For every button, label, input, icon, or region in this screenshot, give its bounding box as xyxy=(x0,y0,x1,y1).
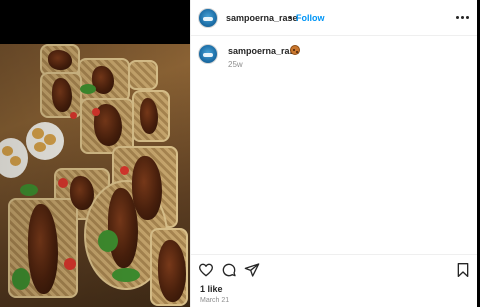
post-age[interactable]: 25w xyxy=(228,60,243,69)
header-username[interactable]: sampoerna_rase xyxy=(226,13,298,23)
more-horizontal-icon[interactable] xyxy=(455,11,469,23)
cookie-icon xyxy=(290,45,300,55)
separator-dot: • xyxy=(289,13,293,23)
share-icon[interactable] xyxy=(244,262,260,278)
follow-button[interactable]: Follow xyxy=(296,13,325,23)
post-photo[interactable] xyxy=(0,0,190,307)
like-count[interactable]: 1 like xyxy=(200,284,223,294)
comment-icon[interactable] xyxy=(221,262,237,278)
avatar[interactable] xyxy=(198,8,218,28)
photo-shade xyxy=(0,0,190,307)
post-date: March 21 xyxy=(200,297,230,304)
post-detail-panel: sampoerna_rase • Follow sampoerna_rase 2… xyxy=(190,0,478,307)
post-header: sampoerna_rase • Follow xyxy=(191,0,478,36)
heart-icon[interactable] xyxy=(198,262,214,278)
caption-username[interactable]: sampoerna_rase xyxy=(228,46,300,56)
caption-avatar[interactable] xyxy=(198,44,218,64)
action-bar xyxy=(191,254,478,282)
bookmark-icon[interactable] xyxy=(455,262,471,278)
